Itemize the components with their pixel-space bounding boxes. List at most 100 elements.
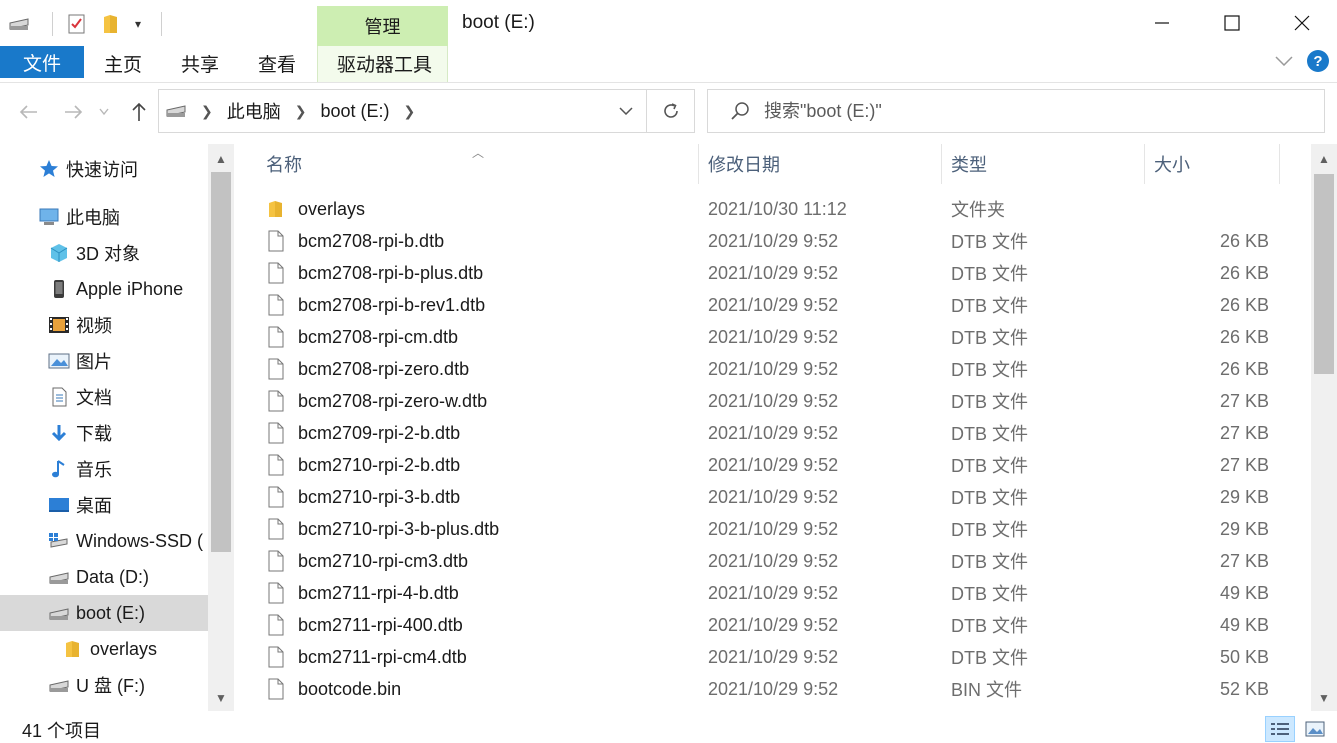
chevron-right-icon[interactable]: ❯	[295, 103, 307, 120]
file-name-cell[interactable]: bcm2708-rpi-b.dtb	[267, 225, 444, 257]
table-row[interactable]: bcm2708-rpi-zero.dtb 2021/10/29 9:52 DTB 文…	[236, 353, 1310, 385]
file-size: 26 KB	[1219, 326, 1269, 347]
table-row[interactable]: bcm2711-rpi-cm4.dtb 2021/10/29 9:52 DTB 文件…	[236, 641, 1310, 673]
table-row[interactable]: overlays 2021/10/30 11:12 文件夹	[236, 193, 1310, 225]
nav-pane-scrollbar[interactable]: ▲ ▼	[208, 144, 234, 711]
sidebar-item[interactable]: Windows-SSD (	[0, 523, 208, 559]
sidebar-item[interactable]: Apple iPhone	[0, 271, 208, 307]
file-name-cell[interactable]: bcm2710-rpi-cm3.dtb	[267, 545, 468, 577]
chevron-right-icon[interactable]: ❯	[404, 103, 416, 120]
chevron-right-icon[interactable]: ❯	[201, 103, 213, 120]
scroll-up-icon[interactable]: ▲	[1311, 146, 1337, 172]
sidebar-item[interactable]: 视频	[0, 307, 208, 343]
sidebar-item[interactable]: 此电脑	[0, 199, 208, 235]
sidebar-item[interactable]: 图片	[0, 343, 208, 379]
breadcrumb-boot-drive[interactable]: boot (E:)	[320, 101, 389, 122]
scroll-thumb[interactable]	[1314, 174, 1334, 374]
column-header-date[interactable]: 修改日期	[708, 144, 780, 184]
file-name-cell[interactable]: bcm2711-rpi-cm4.dtb	[267, 641, 467, 673]
forward-button[interactable]	[58, 97, 88, 127]
file-name-cell[interactable]: bootcode.bin	[267, 673, 401, 705]
column-header-name[interactable]: 名称	[266, 144, 302, 184]
file-name-cell[interactable]: bcm2708-rpi-zero-w.dtb	[267, 385, 487, 417]
sidebar-item[interactable]: 3D 对象	[0, 235, 208, 271]
table-row[interactable]: bcm2710-rpi-cm3.dtb 2021/10/29 9:52 DTB 文件…	[236, 545, 1310, 577]
table-row[interactable]: bcm2711-rpi-400.dtb 2021/10/29 9:52 DTB 文件…	[236, 609, 1310, 641]
sidebar-item-label: 文档	[76, 388, 112, 408]
tab-file[interactable]: 文件	[0, 46, 84, 78]
scroll-down-icon[interactable]: ▼	[1311, 685, 1337, 711]
tab-drive-tools[interactable]: 驱动器工具	[337, 50, 432, 77]
scroll-down-icon[interactable]: ▼	[208, 685, 234, 711]
address-history-button[interactable]	[606, 90, 646, 132]
table-row[interactable]: bcm2711-rpi-4-b.dtb 2021/10/29 9:52 DTB 文件…	[236, 577, 1310, 609]
recent-locations-button[interactable]	[94, 97, 114, 127]
search-box[interactable]	[707, 89, 1325, 133]
file-name-cell[interactable]: bcm2709-rpi-2-b.dtb	[267, 417, 460, 449]
address-bar[interactable]: ❯ 此电脑 ❯ boot (E:) ❯	[158, 89, 695, 133]
file-name-cell[interactable]: overlays	[267, 193, 365, 225]
tab-view[interactable]: 查看	[258, 50, 296, 77]
file-name-cell[interactable]: bcm2710-rpi-3-b.dtb	[267, 481, 460, 513]
tab-home[interactable]: 主页	[104, 50, 142, 77]
manage-tab[interactable]: 管理	[317, 6, 448, 46]
sidebar-item[interactable]: overlays	[0, 631, 208, 667]
column-divider[interactable]	[698, 144, 699, 184]
tab-share[interactable]: 共享	[181, 50, 219, 77]
table-row[interactable]: bcm2709-rpi-2-b.dtb 2021/10/29 9:52 DTB 文件…	[236, 417, 1310, 449]
sidebar-item[interactable]: 桌面	[0, 487, 208, 523]
close-button[interactable]	[1267, 0, 1337, 46]
table-row[interactable]: bcm2708-rpi-zero-w.dtb 2021/10/29 9:52 DTB…	[236, 385, 1310, 417]
sidebar-item[interactable]: 快速访问	[0, 151, 208, 187]
scroll-thumb[interactable]	[211, 172, 231, 552]
table-row[interactable]: bootcode.bin 2021/10/29 9:52 BIN 文件 52 KB	[236, 673, 1310, 705]
search-input[interactable]	[764, 100, 1284, 122]
customize-qat-icon[interactable]: ▾	[135, 17, 141, 31]
help-icon[interactable]: ?	[1307, 50, 1329, 72]
sidebar-item[interactable]: 音乐	[0, 451, 208, 487]
refresh-button[interactable]	[646, 90, 694, 132]
details-view-button[interactable]	[1265, 716, 1295, 742]
sidebar-item[interactable]: 文档	[0, 379, 208, 415]
file-list-scrollbar[interactable]: ▲ ▼	[1311, 144, 1337, 711]
breadcrumb-this-pc[interactable]: 此电脑	[227, 98, 281, 124]
file-name-cell[interactable]: bcm2710-rpi-3-b-plus.dtb	[267, 513, 499, 545]
file-name-cell[interactable]: bcm2708-rpi-zero.dtb	[267, 353, 469, 385]
file-name-cell[interactable]: bcm2710-rpi-2-b.dtb	[267, 449, 460, 481]
new-folder-icon[interactable]	[101, 13, 121, 35]
properties-icon[interactable]	[67, 13, 87, 35]
sidebar-item[interactable]: Data (D:)	[0, 559, 208, 595]
column-divider[interactable]	[1144, 144, 1145, 184]
table-row[interactable]: bcm2710-rpi-2-b.dtb 2021/10/29 9:52 DTB 文件…	[236, 449, 1310, 481]
sidebar-item[interactable]: 下载	[0, 415, 208, 451]
file-name-cell[interactable]: bcm2711-rpi-4-b.dtb	[267, 577, 459, 609]
column-divider[interactable]	[941, 144, 942, 184]
sidebar-item[interactable]: boot (E:)	[0, 595, 208, 631]
item-count: 41 个项目	[22, 721, 102, 741]
sidebar-item[interactable]: U 盘 (F:)	[0, 667, 208, 703]
table-row[interactable]: bcm2710-rpi-3-b.dtb 2021/10/29 9:52 DTB 文件…	[236, 481, 1310, 513]
sidebar-item-label: 3D 对象	[76, 244, 141, 264]
minimize-button[interactable]	[1127, 0, 1197, 46]
file-name-cell[interactable]: bcm2708-rpi-cm.dtb	[267, 321, 458, 353]
table-row[interactable]: bcm2708-rpi-cm.dtb 2021/10/29 9:52 DTB 文件 2…	[236, 321, 1310, 353]
scroll-up-icon[interactable]: ▲	[208, 146, 234, 172]
column-divider[interactable]	[1279, 144, 1280, 184]
file-name-cell[interactable]: bcm2711-rpi-400.dtb	[267, 609, 463, 641]
up-button[interactable]	[124, 97, 154, 127]
table-row[interactable]: bcm2708-rpi-b-plus.dtb 2021/10/29 9:52 DTB…	[236, 257, 1310, 289]
table-row[interactable]: bcm2708-rpi-b.dtb 2021/10/29 9:52 DTB 文件 26…	[236, 225, 1310, 257]
windows-drive-icon	[48, 530, 70, 552]
file-name-cell[interactable]: bcm2708-rpi-b-rev1.dtb	[267, 289, 485, 321]
column-header-size[interactable]: 大小	[1154, 144, 1190, 184]
expand-ribbon-button[interactable]	[1275, 56, 1293, 66]
maximize-button[interactable]	[1197, 0, 1267, 46]
table-row[interactable]: bcm2708-rpi-b-rev1.dtb 2021/10/29 9:52 DTB…	[236, 289, 1310, 321]
back-button[interactable]	[14, 97, 44, 127]
table-row[interactable]: bcm2710-rpi-3-b-plus.dtb 2021/10/29 9:52 D…	[236, 513, 1310, 545]
large-icons-view-button[interactable]	[1300, 716, 1330, 742]
file-name-cell[interactable]: bcm2708-rpi-b-plus.dtb	[267, 257, 483, 289]
file-name: bcm2711-rpi-400.dtb	[298, 614, 463, 635]
drive-icon[interactable]	[8, 14, 32, 34]
column-header-type[interactable]: 类型	[951, 144, 987, 184]
